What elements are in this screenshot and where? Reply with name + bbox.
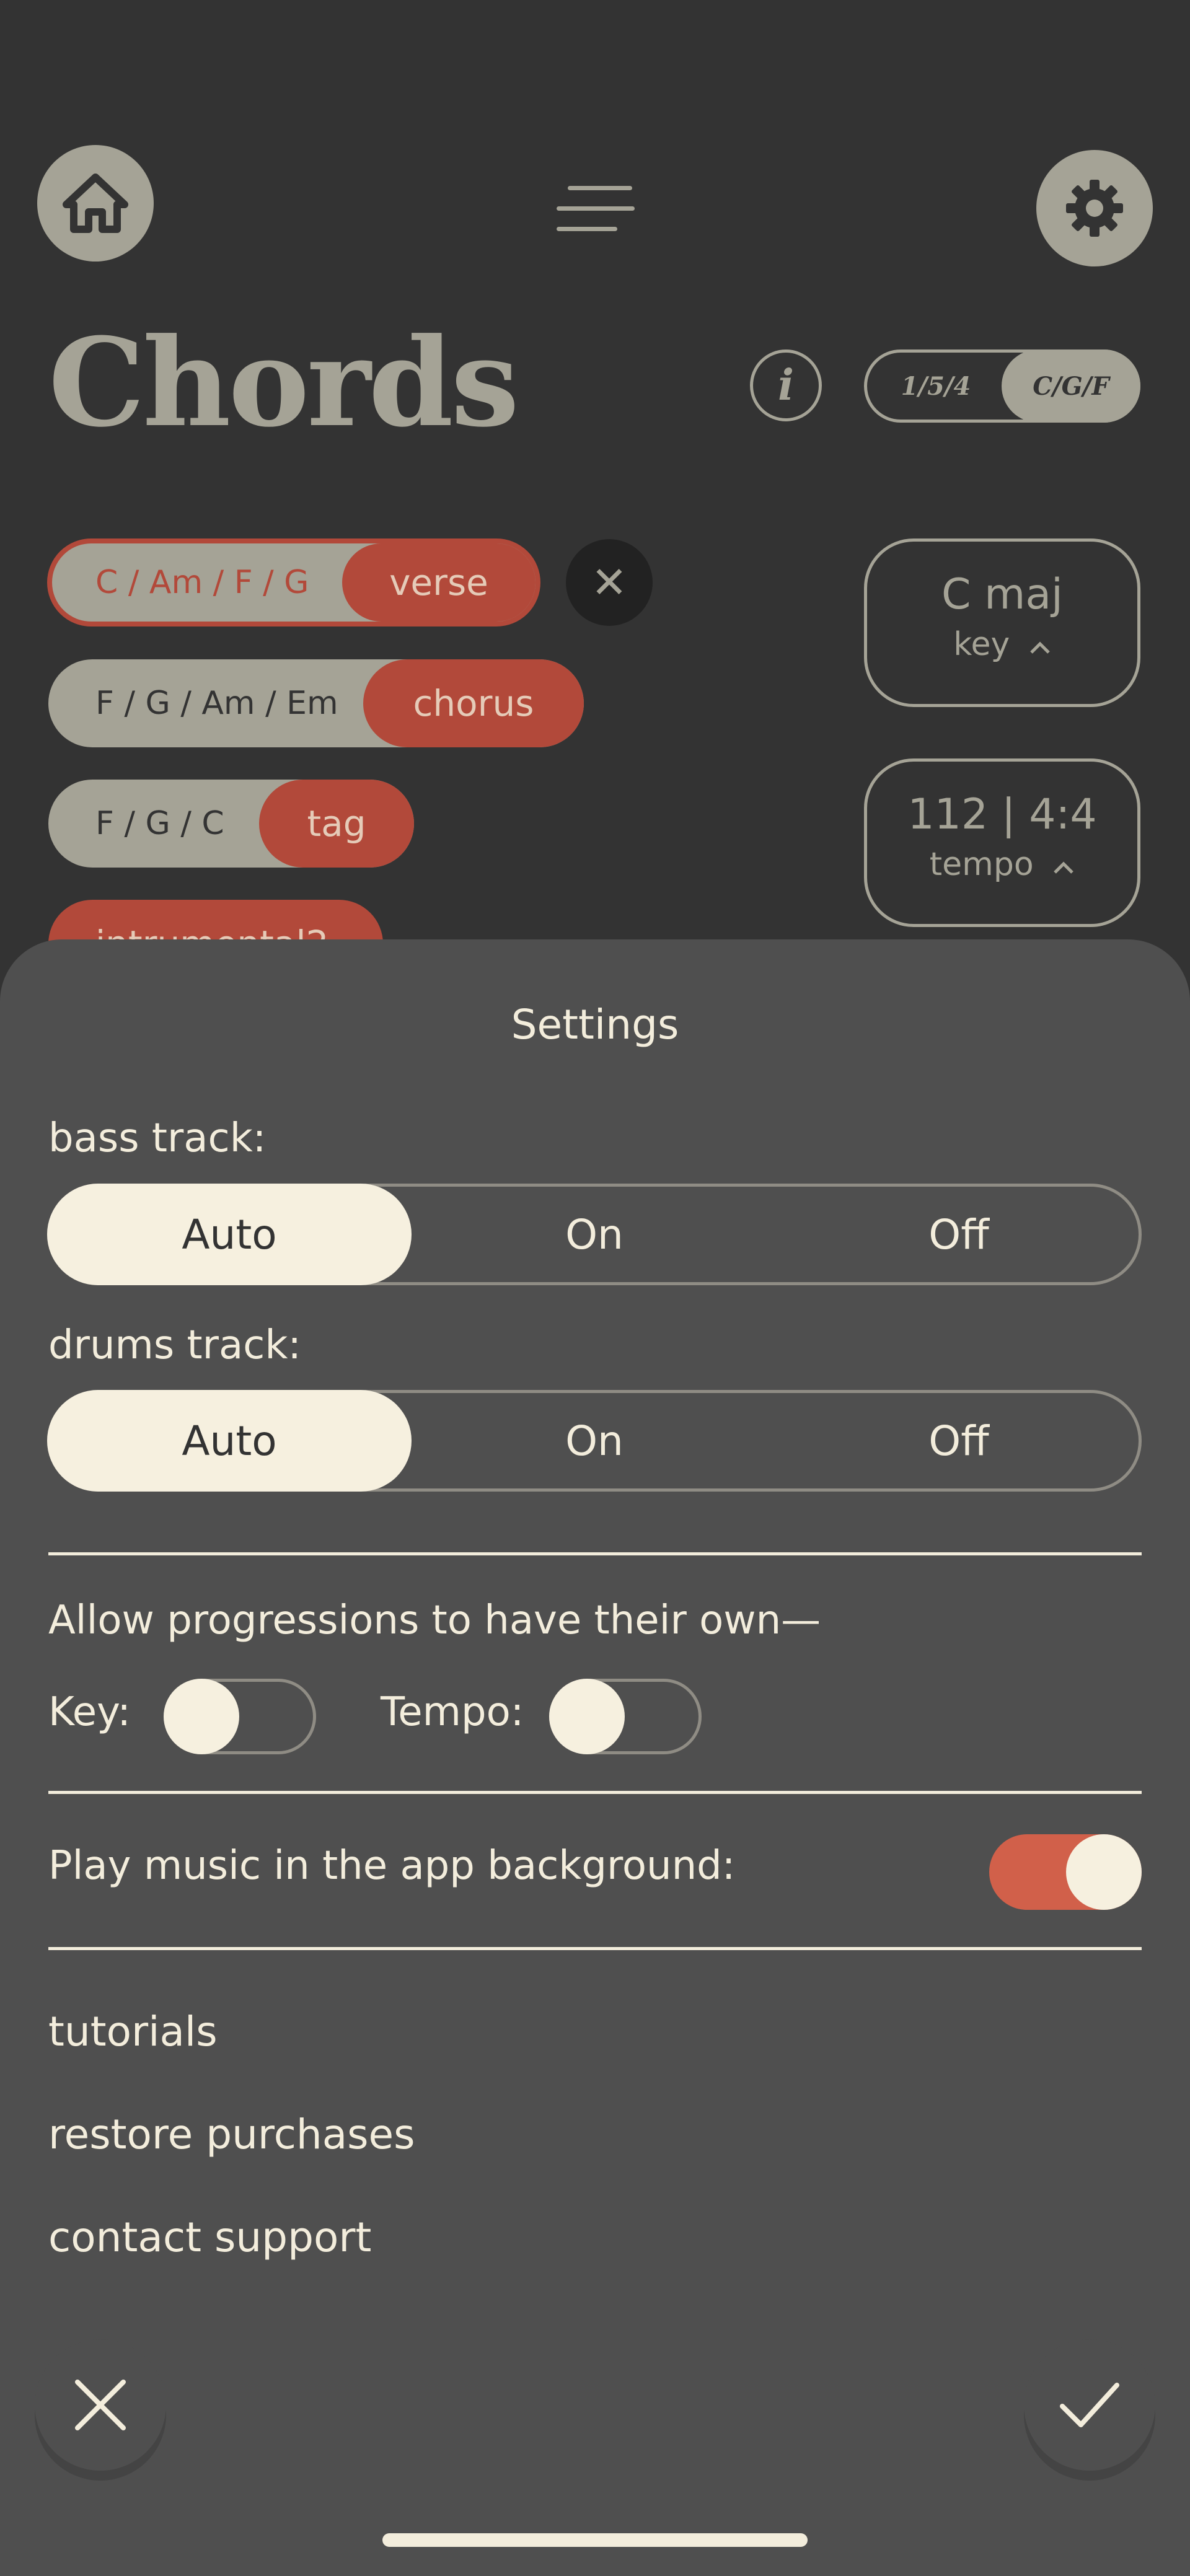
restore-purchases-link[interactable]: restore purchases: [48, 2111, 415, 2158]
progression-tag: chorus: [363, 659, 584, 747]
settings-title: Settings: [511, 1001, 679, 1048]
drums-track-selector[interactable]: Auto On Off: [47, 1390, 1142, 1492]
chord-notation-toggle[interactable]: 1/5/4 C/G/F: [864, 349, 1140, 423]
page-title: Chords: [48, 312, 519, 454]
cancel-button[interactable]: [35, 2339, 166, 2471]
background-music-label: Play music in the app background:: [48, 1843, 736, 1889]
settings-sheet: Settings bass track: Auto On Off drums t…: [0, 939, 1190, 2576]
gear-icon: [1066, 180, 1123, 237]
progression-pill[interactable]: F / G / Am / Em chorus: [48, 659, 584, 747]
bass-option-off[interactable]: Off: [777, 1184, 1141, 1285]
home-icon: [63, 174, 128, 233]
divider: [48, 1552, 1142, 1555]
menu-icon[interactable]: [557, 183, 635, 234]
key-value: C maj: [941, 570, 1063, 619]
allow-own-heading: Allow progressions to have their own—: [48, 1598, 821, 1643]
background-music-toggle[interactable]: [989, 1834, 1142, 1910]
key-box[interactable]: C maj key: [864, 538, 1140, 707]
contact-support-link[interactable]: contact support: [48, 2213, 371, 2261]
tempo-value: 112 | 4:4: [907, 790, 1097, 839]
drums-track-label: drums track:: [48, 1322, 301, 1368]
checkmark-icon: [1060, 2383, 1119, 2427]
toggle-knob: [549, 1679, 625, 1754]
divider: [48, 1791, 1142, 1794]
settings-button[interactable]: [1036, 150, 1153, 266]
info-button[interactable]: i: [750, 349, 822, 421]
home-button[interactable]: [37, 145, 154, 262]
progression-tag: verse: [342, 543, 536, 622]
chevron-up-icon: [1054, 861, 1073, 874]
progression-pill[interactable]: F / G / C tag: [48, 780, 414, 868]
divider: [48, 1947, 1142, 1950]
close-icon: [75, 2380, 126, 2430]
toggle-knob: [1066, 1834, 1142, 1910]
tutorials-link[interactable]: tutorials: [48, 2008, 218, 2055]
remove-progression-button[interactable]: ✕: [566, 539, 653, 626]
progression-chords: C / Am / F / G: [95, 564, 309, 601]
key-label: key: [953, 626, 1010, 663]
toggle-knob: [164, 1679, 239, 1754]
bass-option-auto[interactable]: Auto: [47, 1184, 412, 1285]
tempo-toggle[interactable]: [549, 1679, 702, 1754]
drums-option-off[interactable]: Off: [777, 1390, 1141, 1492]
key-toggle-label: Key:: [48, 1689, 131, 1735]
tempo-box[interactable]: 112 | 4:4 tempo: [864, 758, 1140, 927]
notation-option-numbers[interactable]: 1/5/4: [867, 349, 1005, 423]
close-icon: ✕: [591, 557, 628, 608]
notation-option-letters[interactable]: C/G/F: [1002, 349, 1140, 423]
progression-chords: F / G / C: [95, 805, 224, 842]
tempo-label: tempo: [929, 846, 1034, 883]
bass-option-on[interactable]: On: [412, 1184, 777, 1285]
drums-option-auto[interactable]: Auto: [47, 1390, 412, 1492]
progression-chords: F / G / Am / Em: [95, 685, 338, 722]
progression-tag: tag: [259, 780, 414, 868]
bass-track-label: bass track:: [48, 1115, 267, 1161]
info-icon: i: [778, 361, 794, 410]
tempo-toggle-label: Tempo:: [381, 1689, 524, 1735]
confirm-button[interactable]: [1024, 2339, 1155, 2471]
bass-track-selector[interactable]: Auto On Off: [47, 1184, 1142, 1285]
home-indicator: [382, 2533, 808, 2547]
key-toggle[interactable]: [164, 1679, 316, 1754]
progression-pill[interactable]: C / Am / F / G verse: [47, 538, 540, 626]
chevron-up-icon: [1030, 641, 1050, 654]
drums-option-on[interactable]: On: [412, 1390, 777, 1492]
